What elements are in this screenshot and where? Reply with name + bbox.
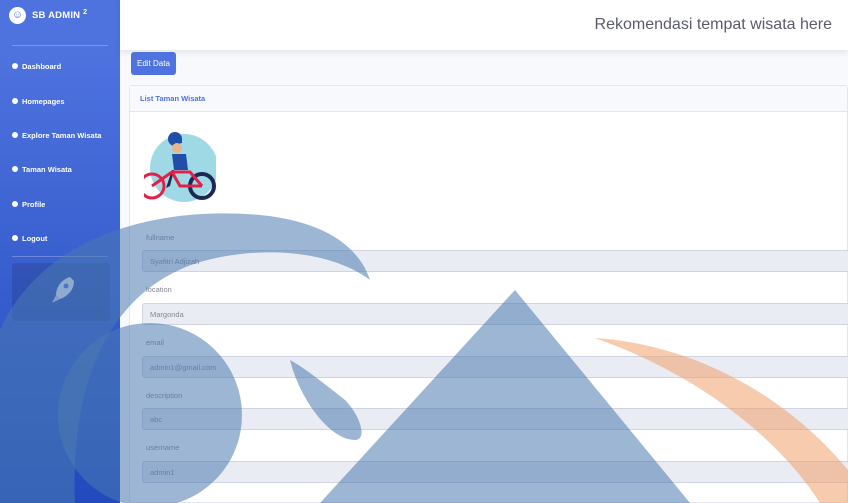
field-label-username: username xyxy=(146,443,180,452)
sidebar-item-label: Homepages xyxy=(22,96,65,106)
description-field[interactable]: abc xyxy=(142,408,848,430)
field-label-location: location xyxy=(146,285,172,294)
location-field[interactable]: Margonda xyxy=(142,303,848,325)
sidebar: ☺ SB ADMIN 2 Dashboard Homepages Explore… xyxy=(0,0,120,503)
brand-sup: 2 xyxy=(83,9,88,16)
sidebar-item-profile[interactable]: Profile xyxy=(0,190,120,218)
rocket-icon xyxy=(52,277,74,303)
sidebar-item-dashboard[interactable]: Dashboard xyxy=(0,52,120,80)
sidebar-item-label: Explore Taman Wisata xyxy=(22,130,102,140)
cyclist-avatar-icon xyxy=(144,132,216,202)
sidebar-item-label: Taman Wisata xyxy=(22,164,72,174)
sidebar-divider xyxy=(12,256,108,257)
sidebar-item-label: Dashboard xyxy=(22,61,62,71)
field-label-fullname: fullname xyxy=(146,233,175,242)
profile-card: List Taman Wisata fullname Syafitri Adji… xyxy=(129,85,848,503)
fullname-field[interactable]: Syafitri Adjizah xyxy=(142,250,848,272)
sidebar-item-homepages[interactable]: Homepages xyxy=(0,87,120,115)
username-field[interactable]: admin1 xyxy=(142,461,848,483)
park-icon xyxy=(12,166,18,172)
sidebar-item-taman-wisata[interactable]: Taman Wisata xyxy=(0,155,120,183)
edit-data-button[interactable]: Edit Data xyxy=(131,52,176,75)
brand-title: SB ADMIN xyxy=(32,10,81,22)
home-icon xyxy=(12,98,18,104)
sidebar-item-label: Logout xyxy=(22,233,48,243)
laugh-wink-icon: ☺ xyxy=(9,7,26,24)
topbar: Rekomendasi tempat wisata here xyxy=(120,0,848,50)
field-label-description: description xyxy=(146,391,183,400)
card-header: List Taman Wisata xyxy=(130,86,847,112)
sidebar-divider xyxy=(12,45,108,46)
sidebar-item-explore[interactable]: Explore Taman Wisata xyxy=(0,121,120,149)
sidebar-item-label: Profile xyxy=(22,199,46,209)
profile-icon xyxy=(12,201,18,207)
logout-icon xyxy=(12,235,18,241)
page-title: Rekomendasi tempat wisata here xyxy=(594,16,832,33)
email-field[interactable]: admin1@gmail.com xyxy=(142,356,848,378)
explore-icon xyxy=(12,132,18,138)
field-label-email: email xyxy=(146,338,164,347)
dashboard-icon xyxy=(12,63,18,69)
brand[interactable]: ☺ SB ADMIN 2 xyxy=(0,0,120,34)
sidebar-item-logout[interactable]: Logout xyxy=(0,224,120,252)
